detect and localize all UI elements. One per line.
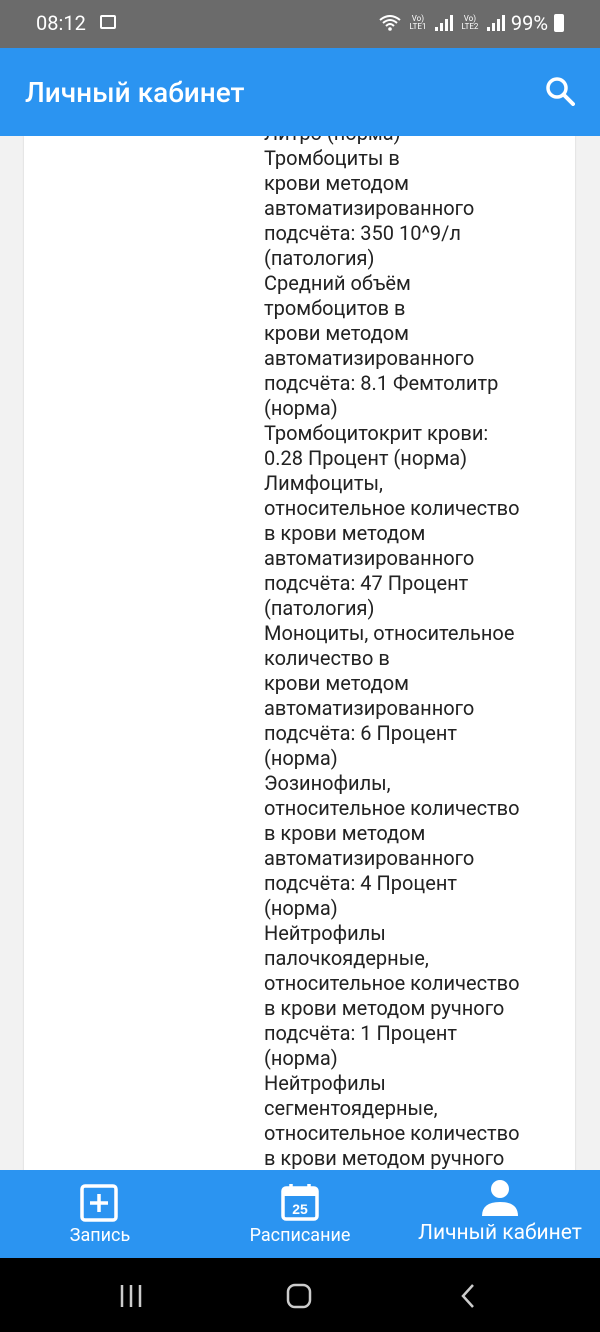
page-title: Личный кабинет (25, 76, 245, 109)
nav-item-lichnyi-kabinet[interactable]: Личный кабинет (400, 1170, 600, 1258)
app-bar: Личный кабинет (0, 48, 600, 136)
svg-text:25: 25 (292, 1201, 308, 1217)
back-icon[interactable] (455, 1282, 485, 1312)
person-icon (482, 1180, 518, 1216)
nav-label-raspisanie: Расписание (249, 1225, 351, 1246)
nav-label-zapis: Запись (69, 1225, 131, 1246)
nav-label-lichnyi-kabinet: Личный кабинет (418, 1221, 582, 1245)
system-navigation-bar (0, 1258, 600, 1332)
lab-results-text: Литро (норма) Тромбоциты в крови методом… (264, 136, 520, 1170)
battery-icon (554, 14, 564, 32)
wifi-icon (379, 15, 401, 31)
calendar-icon: 25 (281, 1184, 319, 1221)
sim1-label: Vo) LTE1 (409, 14, 427, 31)
status-bar: 08:12 Vo) LTE1 Vo) LTE2 99% (0, 0, 600, 48)
scroll-content[interactable]: Литро (норма) Тромбоциты в крови методом… (0, 136, 600, 1170)
nav-item-zapis[interactable]: Запись (0, 1170, 200, 1258)
gallery-notification-icon (100, 15, 116, 29)
signal-1-icon (434, 15, 453, 31)
status-icons: Vo) LTE1 Vo) LTE2 99% (379, 11, 564, 35)
signal-2-icon (486, 15, 505, 31)
recent-apps-icon[interactable] (117, 1282, 147, 1312)
bottom-navigation: Запись 25 Расписание Личный кабинет (0, 1170, 600, 1258)
battery-percent: 99% (510, 11, 548, 35)
sim2-label: Vo) LTE2 (461, 14, 479, 31)
search-icon[interactable] (545, 76, 575, 106)
nav-item-raspisanie[interactable]: 25 Расписание (200, 1170, 400, 1258)
status-time: 08:12 (36, 11, 86, 35)
add-box-icon (80, 1184, 118, 1222)
home-icon[interactable] (285, 1282, 315, 1312)
